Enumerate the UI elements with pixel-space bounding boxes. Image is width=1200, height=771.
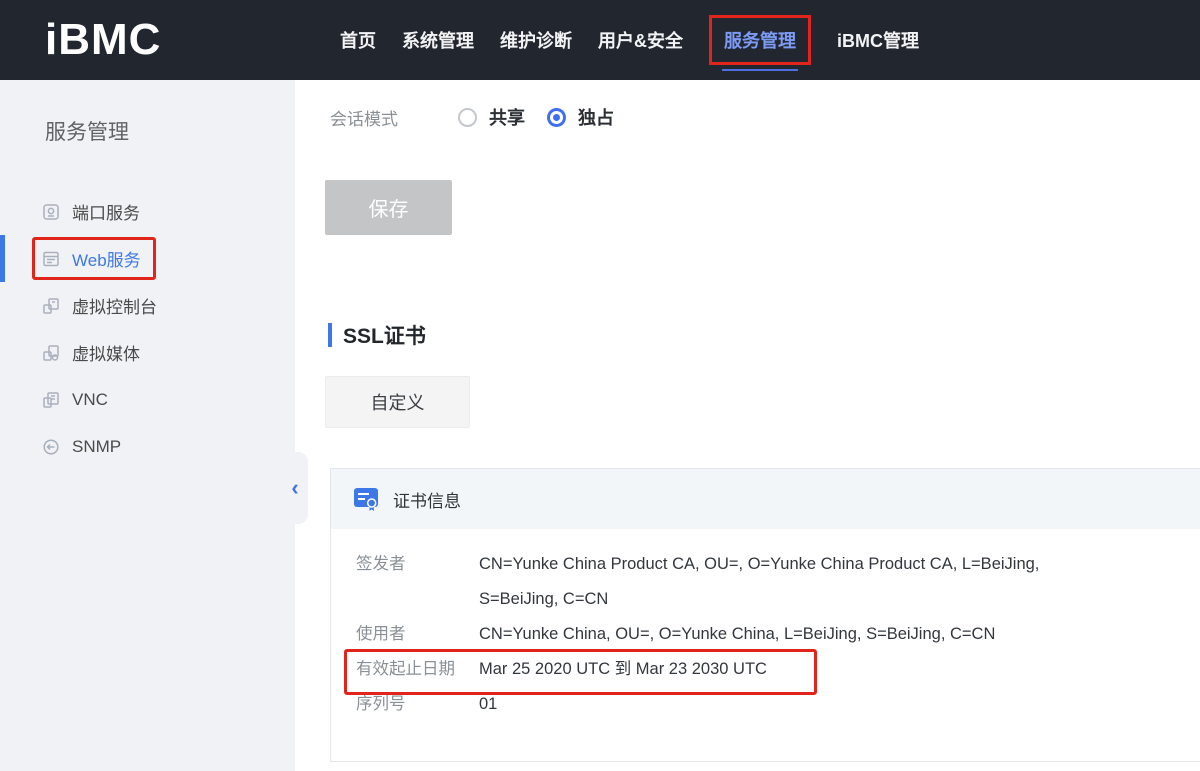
sidebar-item-vnc[interactable]: VNC [0, 376, 295, 423]
nav-maintenance-diagnosis[interactable]: 维护诊断 [500, 27, 572, 53]
cert-row-label: 有效起止日期 [356, 652, 479, 687]
web-service-icon [42, 250, 60, 268]
radio-exclusive-circle[interactable] [547, 108, 566, 127]
cert-row-label: 签发者 [356, 547, 479, 617]
main-content: 会话模式 共享 独占 保存 SSL证书 自定义 [295, 80, 1200, 771]
sidebar-item-label: SNMP [72, 437, 121, 457]
nav-ibmc-management[interactable]: iBMC管理 [837, 27, 919, 53]
cert-row-issuer: 签发者 CN=Yunke China Product CA, OU=, O=Yu… [356, 547, 1200, 617]
top-header: iBMC 首页 系统管理 维护诊断 用户&安全 服务管理 iBMC管理 [0, 0, 1200, 80]
ssl-section-title: SSL证书 [328, 320, 426, 350]
virtual-media-icon [42, 344, 60, 362]
port-service-icon [42, 203, 60, 221]
sidebar-title: 服务管理 [45, 116, 295, 146]
sidebar-item-label: 端口服务 [72, 199, 140, 224]
cert-row-value: Mar 25 2020 UTC 到 Mar 23 2030 UTC [479, 652, 767, 687]
nav-home[interactable]: 首页 [340, 27, 376, 53]
sidebar-item-label: 虚拟媒体 [72, 340, 140, 365]
sidebar-item-snmp[interactable]: SNMP [0, 423, 295, 470]
cert-row-validity-period: 有效起止日期 Mar 25 2020 UTC 到 Mar 23 2030 UTC [356, 652, 1200, 687]
nav-service-management-label: 服务管理 [724, 31, 796, 51]
customize-button[interactable]: 自定义 [325, 376, 470, 428]
vnc-icon [42, 391, 60, 409]
sidebar-menu: 端口服务 Web服务 [0, 188, 295, 470]
sidebar-item-port-service[interactable]: 端口服务 [0, 188, 295, 235]
radio-exclusive-label: 独占 [578, 104, 614, 130]
session-mode-row: 会话模式 共享 独占 [330, 104, 614, 130]
snmp-icon [42, 438, 60, 456]
active-indicator-bar [0, 235, 5, 282]
cert-row-subject: 使用者 CN=Yunke China, OU=, O=Yunke China, … [356, 617, 1200, 652]
nav-service-management[interactable]: 服务管理 [709, 15, 811, 65]
cert-row-label: 序列号 [356, 687, 479, 722]
radio-option-exclusive[interactable]: 独占 [547, 104, 614, 130]
title-accent-bar [328, 323, 332, 347]
certificate-details: 签发者 CN=Yunke China Product CA, OU=, O=Yu… [331, 529, 1200, 722]
session-mode-radio-group: 共享 独占 [458, 104, 614, 130]
sidebar-item-virtual-console[interactable]: 虚拟控制台 [0, 282, 295, 329]
nav-system-management[interactable]: 系统管理 [402, 27, 474, 53]
ssl-section-title-text: SSL证书 [343, 320, 426, 350]
save-button[interactable]: 保存 [325, 180, 452, 235]
certificate-icon [353, 486, 379, 512]
nav-user-security[interactable]: 用户&安全 [598, 27, 683, 53]
radio-shared-label: 共享 [489, 104, 525, 130]
sidebar-item-label: VNC [72, 390, 108, 410]
sidebar-item-label: 虚拟控制台 [72, 293, 157, 318]
virtual-console-icon [42, 297, 60, 315]
cert-row-label: 使用者 [356, 617, 479, 652]
sidebar-item-web-service[interactable]: Web服务 [0, 235, 295, 282]
top-nav: 首页 系统管理 维护诊断 用户&安全 服务管理 iBMC管理 [340, 0, 919, 80]
certificate-panel-title: 证书信息 [393, 487, 461, 512]
cert-row-value: CN=Yunke China Product CA, OU=, O=Yunke … [479, 547, 1044, 617]
radio-shared-circle[interactable] [458, 108, 477, 127]
certificate-info-panel: 证书信息 签发者 CN=Yunke China Product CA, OU=,… [330, 468, 1200, 762]
cert-row-value: 01 [479, 687, 497, 722]
cert-row-serial-number: 序列号 01 [356, 687, 1200, 722]
sidebar: 服务管理 端口服务 [0, 80, 295, 771]
certificate-panel-header: 证书信息 [331, 469, 1200, 529]
radio-option-shared[interactable]: 共享 [458, 104, 525, 130]
app-logo: iBMC [45, 15, 161, 65]
sidebar-item-label: Web服务 [72, 246, 141, 271]
cert-row-value: CN=Yunke China, OU=, O=Yunke China, L=Be… [479, 617, 995, 652]
sidebar-item-virtual-media[interactable]: 虚拟媒体 [0, 329, 295, 376]
session-mode-label: 会话模式 [330, 105, 458, 130]
